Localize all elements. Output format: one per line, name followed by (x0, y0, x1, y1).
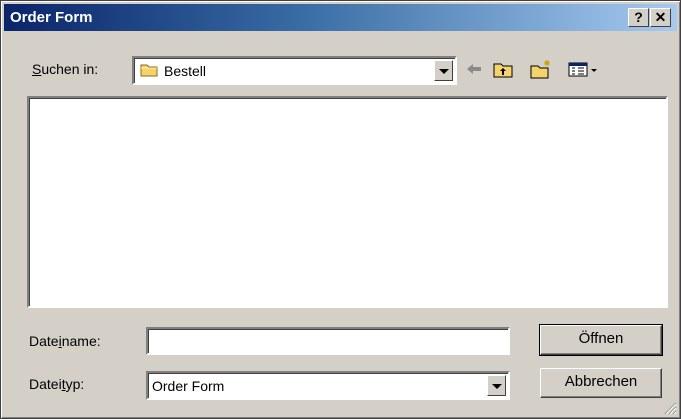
window-title: Order Form (10, 9, 93, 26)
filename-input[interactable] (146, 327, 510, 355)
file-list[interactable] (27, 96, 668, 308)
folder-icon (140, 64, 158, 77)
lookin-value: Bestell (164, 63, 207, 79)
up-folder-icon[interactable] (491, 58, 515, 80)
lookin-label: Suchen in: (32, 61, 99, 77)
title-bar[interactable]: Order Form ? ✕ (4, 4, 677, 31)
cancel-button[interactable]: Abbrechen (540, 368, 662, 398)
filename-label: Dateiname: (29, 333, 101, 349)
filetype-label: Dateityp: (29, 376, 85, 392)
view-menu-icon[interactable] (567, 58, 607, 80)
filetype-dropdown-button[interactable] (487, 375, 506, 396)
open-file-dialog: Order Form ? ✕ Suchen in: Bestell Datein… (0, 0, 681, 419)
resize-grip-icon[interactable] (663, 401, 677, 415)
help-button[interactable]: ? (628, 8, 649, 27)
back-arrow-icon[interactable] (462, 58, 486, 80)
open-button[interactable]: Öffnen (539, 324, 663, 356)
lookin-combobox[interactable]: Bestell (132, 56, 457, 85)
new-folder-icon[interactable] (529, 58, 553, 80)
lookin-dropdown-button[interactable] (434, 60, 453, 81)
filetype-value: Order Form (152, 378, 225, 394)
filetype-combobox[interactable]: Order Form (146, 371, 510, 400)
close-button[interactable]: ✕ (650, 8, 671, 27)
